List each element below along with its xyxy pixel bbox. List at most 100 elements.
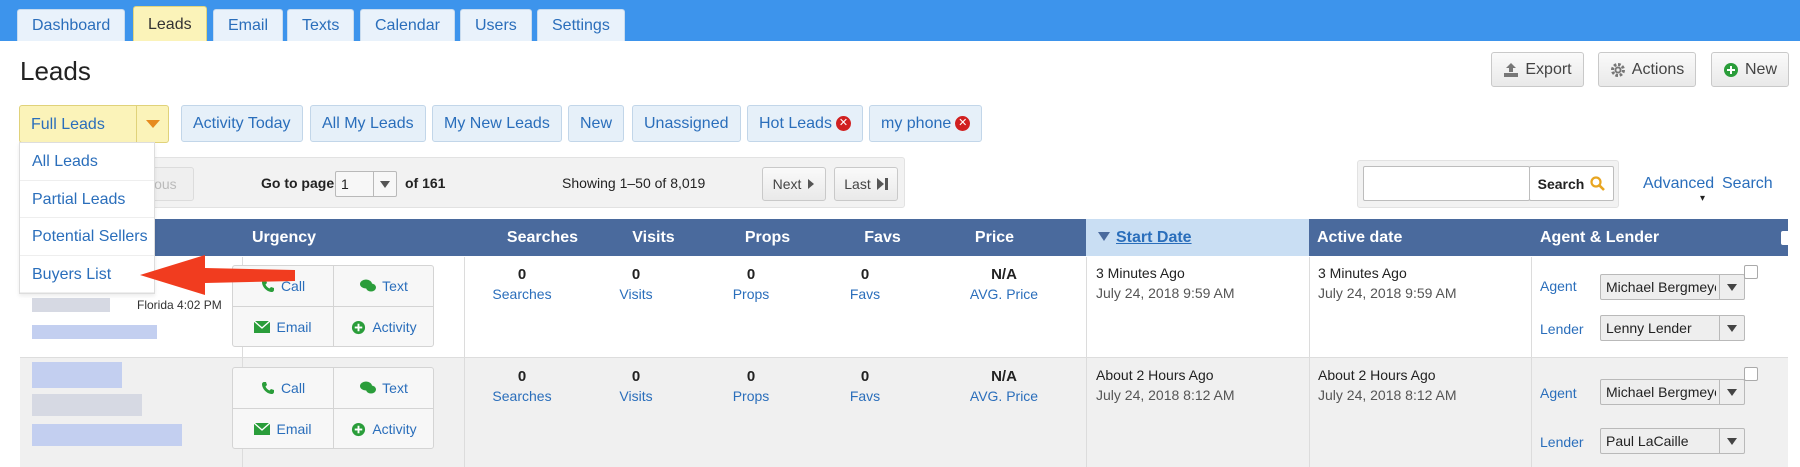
showing-count: Showing 1–50 of 8,019	[562, 175, 706, 191]
visits-stat[interactable]: 0 Visits	[576, 266, 696, 302]
remove-icon[interactable]: ✕	[955, 116, 971, 131]
redacted-email	[32, 325, 157, 339]
new-label: New	[1744, 60, 1777, 78]
column-agent-lender[interactable]: Agent & Lender	[1540, 219, 1659, 256]
agent-select[interactable]: Michael Bergmeyer	[1600, 379, 1745, 405]
redacted-name	[32, 362, 122, 388]
phone-icon	[261, 280, 274, 292]
advanced-search-link[interactable]: Advanced	[1643, 175, 1714, 193]
advanced-search-link-2[interactable]: Search	[1722, 175, 1773, 193]
full-leads-dropdown[interactable]: Full Leads	[19, 105, 169, 143]
menu-item-partial-leads[interactable]: Partial Leads	[20, 181, 154, 218]
top-navigation: Dashboard Leads Email Texts Calendar Use…	[0, 0, 1800, 41]
tab-texts[interactable]: Texts	[287, 9, 355, 41]
email-label: Email	[276, 421, 312, 437]
caret-right-icon	[808, 179, 815, 189]
column-start-date[interactable]: Start Date	[1086, 219, 1309, 256]
email-button[interactable]: Email	[233, 409, 333, 449]
select-all-checkbox[interactable]	[1781, 231, 1795, 245]
agent-select[interactable]: Michael Bergmeyer	[1600, 274, 1745, 300]
favs-stat[interactable]: 0 Favs	[805, 368, 925, 404]
column-active-date[interactable]: Active date	[1317, 219, 1402, 256]
chevron-down-icon[interactable]: ▾	[1700, 193, 1705, 204]
last-label: Last	[844, 176, 871, 192]
filter-activity-today[interactable]: Activity Today	[181, 105, 303, 142]
page-count: of 161	[405, 175, 446, 191]
caret-down-icon[interactable]	[136, 106, 168, 142]
search-button[interactable]: Search	[1529, 166, 1614, 201]
page-select-value: 1	[341, 176, 349, 192]
searches-stat[interactable]: 0 Searches	[462, 368, 582, 404]
next-label: Next	[772, 176, 802, 192]
tab-calendar[interactable]: Calendar	[360, 9, 455, 41]
searches-stat[interactable]: 0 Searches	[462, 266, 582, 302]
chat-icon	[360, 381, 377, 394]
go-to-page-label: Go to page	[261, 175, 335, 191]
menu-item-potential-sellers[interactable]: Potential Sellers	[20, 218, 154, 256]
export-label: Export	[1525, 60, 1572, 78]
activity-button[interactable]: Activity	[334, 409, 434, 449]
row-checkbox[interactable]	[1744, 367, 1758, 381]
tab-settings[interactable]: Settings	[537, 9, 625, 41]
tab-email[interactable]: Email	[213, 9, 284, 41]
email-label: Email	[276, 319, 312, 335]
filter-new[interactable]: New	[568, 105, 625, 142]
call-button[interactable]: Call	[233, 368, 333, 408]
agent-label: Agent	[1540, 278, 1577, 294]
plus-circle-icon	[352, 320, 366, 334]
tab-dashboard[interactable]: Dashboard	[17, 9, 126, 41]
props-stat[interactable]: 0 Props	[691, 266, 811, 302]
new-button[interactable]: New	[1711, 52, 1789, 87]
menu-item-buyers-list[interactable]: Buyers List	[20, 256, 154, 293]
call-button[interactable]: Call	[233, 266, 333, 306]
export-button[interactable]: Export	[1491, 52, 1584, 87]
text-label: Text	[382, 278, 408, 294]
table-header: Urgency Searches Visits Props Favs Price…	[20, 219, 1795, 256]
filter-hot-leads[interactable]: Hot Leads ✕	[747, 105, 863, 142]
filter-label: Activity Today	[193, 115, 291, 132]
remove-icon[interactable]: ✕	[835, 116, 851, 131]
envelope-icon	[254, 321, 271, 333]
menu-item-all-leads[interactable]: All Leads	[20, 143, 154, 181]
tab-users[interactable]: Users	[460, 9, 532, 41]
activity-label: Activity	[372, 421, 417, 437]
filter-all-my-leads[interactable]: All My Leads	[310, 105, 426, 142]
search-input[interactable]	[1363, 166, 1530, 201]
caret-down-icon	[1727, 438, 1737, 445]
envelope-icon	[254, 423, 271, 435]
row-checkbox[interactable]	[1744, 265, 1758, 279]
email-button[interactable]: Email	[233, 307, 333, 347]
column-urgency[interactable]: Urgency	[252, 219, 316, 256]
filter-label: my phone	[881, 115, 952, 132]
caret-down-icon	[1727, 389, 1737, 396]
caret-down-icon	[380, 181, 390, 188]
tab-leads[interactable]: Leads	[133, 6, 207, 41]
text-button[interactable]: Text	[334, 266, 434, 306]
filter-my-phone[interactable]: my phone ✕	[869, 105, 983, 142]
redacted-phone	[32, 394, 142, 416]
actions-button[interactable]: Actions	[1598, 52, 1696, 87]
next-button[interactable]: Next	[762, 167, 826, 201]
favs-stat[interactable]: 0 Favs	[805, 266, 925, 302]
redacted-email	[32, 424, 182, 446]
visits-stat[interactable]: 0 Visits	[576, 368, 696, 404]
text-button[interactable]: Text	[334, 368, 434, 408]
search-button-label: Search	[1537, 175, 1585, 192]
redacted-name	[32, 298, 110, 312]
actions-label: Actions	[1631, 60, 1685, 78]
lender-label: Lender	[1540, 434, 1584, 450]
agent-label: Agent	[1540, 385, 1577, 401]
filter-unassigned[interactable]: Unassigned	[632, 105, 741, 142]
props-stat[interactable]: 0 Props	[691, 368, 811, 404]
price-stat[interactable]: N/A AVG. Price	[944, 368, 1064, 404]
price-stat[interactable]: N/A AVG. Price	[944, 266, 1064, 302]
lead-location: Florida 4:02 PM	[137, 298, 222, 312]
page-select[interactable]: 1	[335, 171, 397, 197]
lender-select[interactable]: Lenny Lender	[1600, 315, 1745, 341]
last-button[interactable]: Last	[834, 167, 898, 201]
activity-button[interactable]: Activity	[334, 307, 434, 347]
column-price[interactable]: Price	[917, 219, 1072, 256]
lender-select[interactable]: Paul LaCaille	[1600, 428, 1745, 454]
page-title: Leads	[20, 56, 91, 86]
filter-my-new-leads[interactable]: My New Leads	[432, 105, 562, 142]
